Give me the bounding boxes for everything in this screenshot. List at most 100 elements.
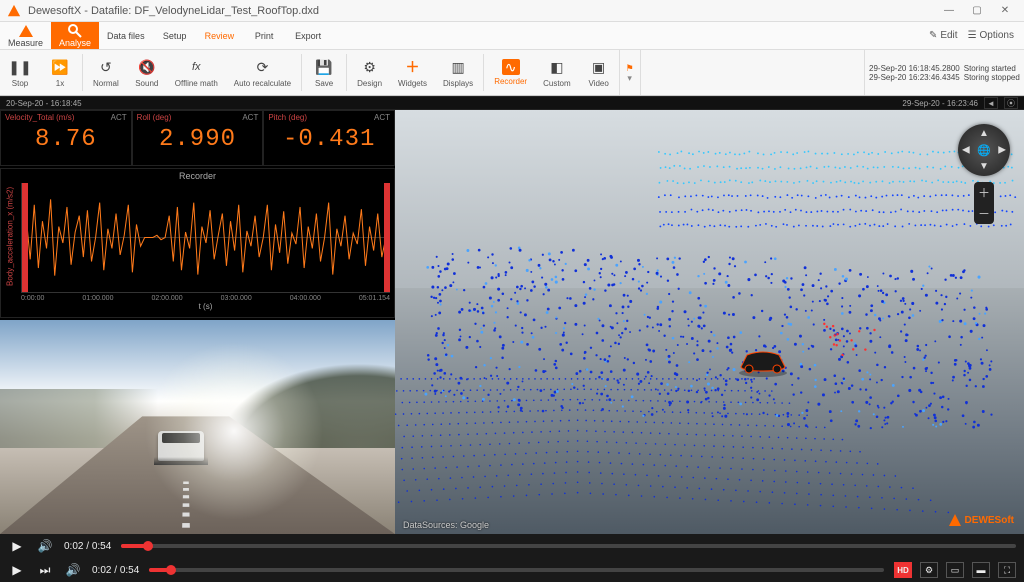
miniplayer-button[interactable]: ▭ xyxy=(946,562,964,578)
inner-time: 0:02 / 0:54 xyxy=(64,541,111,552)
custom-tab[interactable]: ◧ Custom xyxy=(535,50,579,95)
tab-label: Measure xyxy=(8,38,43,48)
save-icon: 💾 xyxy=(314,57,334,77)
tab-label: Review xyxy=(205,31,235,41)
recorder-icon: ∿ xyxy=(502,59,520,75)
seek-handle[interactable] xyxy=(166,565,176,575)
search-icon xyxy=(67,24,83,38)
zoom-out-button[interactable]: － xyxy=(974,203,994,224)
tab-review[interactable]: Review xyxy=(197,22,243,49)
pan-east-button[interactable]: ▶ xyxy=(998,145,1006,156)
next-button[interactable]: ⏭ xyxy=(36,563,54,578)
window-minimize-button[interactable]: — xyxy=(936,2,962,20)
window-title: DewesoftX - Datafile: DF_VelodyneLidar_T… xyxy=(28,5,936,17)
displays-icon: ▥ xyxy=(448,57,468,77)
widgets-button[interactable]: ＋ Widgets xyxy=(390,50,435,95)
video-tab[interactable]: ▣ Video xyxy=(579,50,619,95)
tab-datafiles[interactable]: Data files xyxy=(99,22,153,49)
readout-value: -0.431 xyxy=(268,126,390,153)
readout-pitch[interactable]: Pitch (deg)ACT -0.431 xyxy=(263,110,395,166)
lidar-3d-map[interactable]: 🌐 ▲ ▼ ▶ ◀ ＋ － DataSources: Google DEWESo… xyxy=(395,110,1024,534)
log-toggle[interactable]: ⚑ ▾ xyxy=(619,50,641,95)
seek-handle[interactable] xyxy=(143,541,153,551)
volume-button[interactable]: 🔊 xyxy=(36,539,54,553)
pan-west-button[interactable]: ◀ xyxy=(962,145,970,156)
replay-icon: ↺ xyxy=(96,57,116,77)
tab-label: Data files xyxy=(107,31,145,41)
play-button[interactable]: ▶ xyxy=(8,563,26,577)
save-button[interactable]: 💾 Save xyxy=(304,50,344,95)
gear-icon: ⚙ xyxy=(360,57,380,77)
window-close-button[interactable]: ✕ xyxy=(992,2,1018,20)
readout-velocity[interactable]: Velocity_Total (m/s)ACT 8.76 xyxy=(0,110,132,166)
app-logo-icon xyxy=(6,3,22,19)
left-pane: Velocity_Total (m/s)ACT 8.76 Roll (deg)A… xyxy=(0,96,395,534)
play-button[interactable]: ⏩ 1x xyxy=(40,50,80,95)
displays-button[interactable]: ▥ Displays xyxy=(435,50,481,95)
recorder-chart[interactable]: Recorder Body_acceleration_x (m/s2) 0:00… xyxy=(0,168,395,318)
tab-analyse[interactable]: Analyse xyxy=(51,22,99,49)
outer-player-bar: ▶ ⏭ 🔊 0:02 / 0:54 HD ⚙ ▭ ▬ ⛶ xyxy=(0,558,1024,582)
main-tabs: Measure Analyse Data files Setup Review … xyxy=(0,22,1024,50)
pan-south-button[interactable]: ▼ xyxy=(979,161,989,172)
waveform-icon xyxy=(22,183,390,292)
chart-xticks: 0:00:00 01:00.000 02:00.000 03:00.000 04… xyxy=(21,295,390,302)
cursor-left[interactable] xyxy=(22,183,28,292)
map-datasource: DataSources: Google xyxy=(403,520,489,530)
fullscreen-button[interactable]: ⛶ xyxy=(998,562,1016,578)
chart-xlabel: t (s) xyxy=(21,302,390,311)
tab-print[interactable]: Print xyxy=(242,22,286,49)
sound-button[interactable]: 🔇 Sound xyxy=(127,50,167,95)
readout-value: 2.990 xyxy=(137,126,259,153)
pause-icon: ❚❚ xyxy=(10,57,30,77)
outer-seekbar[interactable] xyxy=(149,568,884,572)
titlebar: DewesoftX - Datafile: DF_VelodyneLidar_T… xyxy=(0,0,1024,22)
stop-button[interactable]: ❚❚ Stop xyxy=(0,50,40,95)
zoom-control: ＋ － xyxy=(974,182,994,224)
window-maximize-button[interactable]: ▢ xyxy=(964,2,990,20)
chart-plot-area[interactable] xyxy=(21,183,390,293)
tab-label: Export xyxy=(295,31,321,41)
lidar-points-icon xyxy=(395,110,1024,534)
tab-export[interactable]: Export xyxy=(286,22,330,49)
tab-label: Setup xyxy=(163,31,187,41)
event-log: 29-Sep-20 16:18:45.2800Storing started 2… xyxy=(864,50,1024,95)
cursor-right[interactable] xyxy=(384,183,390,292)
settings-button[interactable]: ⚙ xyxy=(920,562,938,578)
chart-title: Recorder xyxy=(1,171,394,181)
plus-icon: ＋ xyxy=(403,57,423,77)
volume-button[interactable]: 🔊 xyxy=(64,563,82,577)
tab-setup[interactable]: Setup xyxy=(153,22,197,49)
options-link[interactable]: ☰ Options xyxy=(968,30,1014,41)
play-button[interactable]: ▶ xyxy=(8,539,26,553)
refresh-icon: ⟳ xyxy=(252,57,272,77)
design-button[interactable]: ⚙ Design xyxy=(349,50,390,95)
compass-control[interactable]: 🌐 ▲ ▼ ▶ ◀ xyxy=(958,124,1010,176)
autorecalc-button[interactable]: ⟳ Auto recalculate xyxy=(226,50,299,95)
video-icon: ▣ xyxy=(589,57,609,77)
tab-label: Analyse xyxy=(59,38,91,48)
fx-icon: fx xyxy=(186,57,206,77)
recorder-tab[interactable]: ∿ Recorder xyxy=(486,50,535,95)
mode-button[interactable]: ↺ Normal xyxy=(85,50,127,95)
camera-video[interactable] xyxy=(0,320,395,534)
edit-link[interactable]: ✎ Edit xyxy=(929,30,958,41)
hd-badge[interactable]: HD xyxy=(894,562,912,578)
tab-measure[interactable]: Measure xyxy=(0,22,51,49)
ribbon: ❚❚ Stop ⏩ 1x ↺ Normal 🔇 Sound fx Offline… xyxy=(0,50,1024,96)
time-left: 20-Sep-20 - 16:18:45 xyxy=(6,99,82,108)
zoom-in-button[interactable]: ＋ xyxy=(974,182,994,203)
pan-north-button[interactable]: ▲ xyxy=(979,128,989,139)
theater-button[interactable]: ▬ xyxy=(972,562,990,578)
outer-time: 0:02 / 0:54 xyxy=(92,565,139,576)
workspace: 20-Sep-20 - 16:18:45 29-Sep-20 - 16:23:4… xyxy=(0,96,1024,534)
chevron-down-icon: ▾ xyxy=(627,73,632,83)
triangle-icon xyxy=(18,24,34,38)
numeric-readouts: Velocity_Total (m/s)ACT 8.76 Roll (deg)A… xyxy=(0,110,395,166)
tab-label: Print xyxy=(255,31,274,41)
fastforward-icon: ⏩ xyxy=(50,57,70,77)
right-pane: 🌐 ▲ ▼ ▶ ◀ ＋ － DataSources: Google DEWESo… xyxy=(395,96,1024,534)
inner-seekbar[interactable] xyxy=(121,544,1016,548)
readout-roll[interactable]: Roll (deg)ACT 2.990 xyxy=(132,110,264,166)
offlinemath-button[interactable]: fx Offline math xyxy=(167,50,226,95)
